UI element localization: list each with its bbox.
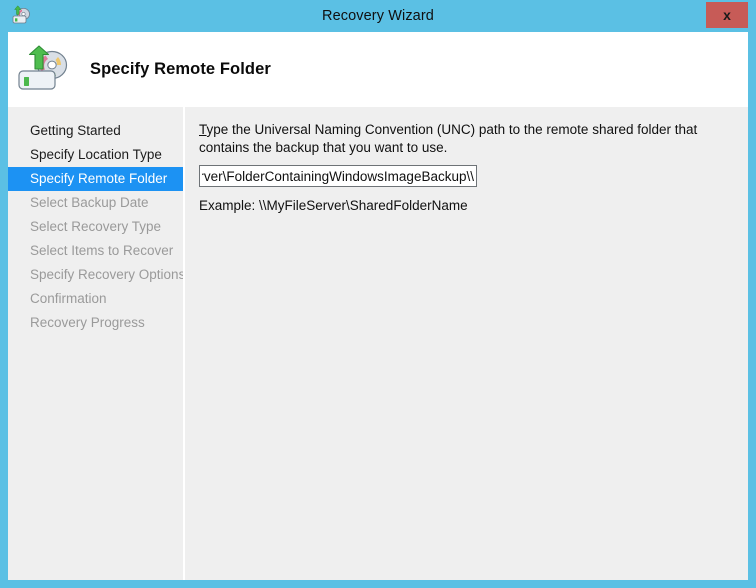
instruction-body: ype the Universal Naming Convention (UNC… [199,122,698,155]
unc-path-input[interactable] [199,165,477,187]
sidebar-item-confirmation[interactable]: Confirmation [8,287,183,311]
sidebar-item-getting-started[interactable]: Getting Started [8,119,183,143]
sidebar-item-specify-location-type[interactable]: Specify Location Type [8,143,183,167]
page-header: Specify Remote Folder [8,32,748,107]
close-icon[interactable]: x [706,2,748,28]
backup-disk-arrow-icon [14,44,76,97]
instruction-text: Type the Universal Naming Convention (UN… [199,121,727,157]
recovery-wizard-window: Recovery Wizard x Specify Remote Folder [0,0,756,588]
sidebar-item-specify-recovery-options[interactable]: Specify Recovery Options [8,263,185,287]
backup-disk-icon [10,5,32,27]
title-bar: Recovery Wizard x [0,0,756,32]
instruction-accelerator: T [199,122,207,137]
main-content: Type the Universal Naming Convention (UN… [185,107,748,580]
window-body: Specify Remote Folder Getting Started Sp… [8,32,748,580]
path-input-wrap [199,165,730,187]
sidebar-item-specify-remote-folder[interactable]: Specify Remote Folder [8,167,183,191]
sidebar-item-recovery-progress[interactable]: Recovery Progress [8,311,183,335]
window-title: Recovery Wizard [322,8,434,24]
wizard-panes: Getting Started Specify Location Type Sp… [8,107,748,580]
page-title: Specify Remote Folder [90,60,271,78]
sidebar-item-select-recovery-type[interactable]: Select Recovery Type [8,215,183,239]
wizard-steps-sidebar: Getting Started Specify Location Type Sp… [8,107,185,580]
example-text: Example: \\MyFileServer\SharedFolderName [199,198,468,213]
sidebar-item-select-backup-date[interactable]: Select Backup Date [8,191,183,215]
sidebar-item-select-items-to-recover[interactable]: Select Items to Recover [8,239,183,263]
